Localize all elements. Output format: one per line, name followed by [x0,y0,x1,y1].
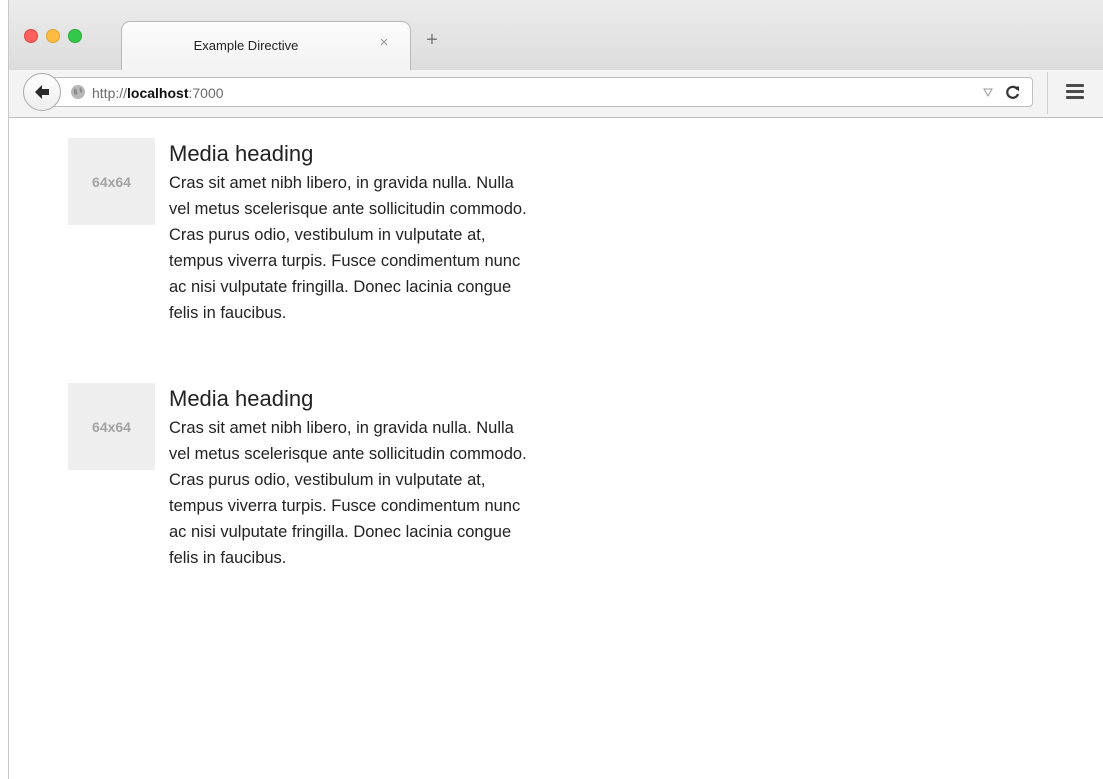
media-thumbnail-placeholder: 64x64 [68,383,155,470]
back-button[interactable] [23,73,61,111]
back-arrow-icon [35,85,49,99]
media-text: Cras sit amet nibh libero, in gravida nu… [169,419,527,567]
url-scheme: http:// [92,85,128,101]
navigation-bar: http://localhost:7000 [9,70,1103,118]
media-text: Cras sit amet nibh libero, in gravida nu… [169,174,527,322]
globe-icon [71,85,85,99]
tab-title: Example Directive [193,38,299,53]
url-host: localhost [127,85,189,101]
title-bar: Example Directive × + [9,0,1103,71]
reload-icon[interactable] [1004,83,1022,101]
hamburger-menu-icon[interactable] [1066,83,1086,101]
maximize-window-button[interactable] [68,29,82,43]
media-body: Media heading Cras sit amet nibh libero,… [169,383,539,571]
close-window-button[interactable] [24,29,38,43]
browser-window: Example Directive × + http://localhost:7… [8,0,1103,779]
media-heading: Media heading [169,386,314,411]
dropdown-triangle-icon[interactable] [982,86,994,98]
media-heading: Media heading [169,141,314,166]
media-body: Media heading Cras sit amet nibh libero,… [169,138,539,326]
url-bar[interactable]: http://localhost:7000 [43,77,1033,107]
media-thumbnail-placeholder: 64x64 [68,138,155,225]
new-tab-icon[interactable]: + [423,30,441,50]
minimize-window-button[interactable] [46,29,60,43]
url-text: http://localhost:7000 [92,85,224,101]
toolbar-divider [1047,72,1048,114]
url-port: :7000 [188,85,224,101]
close-tab-icon[interactable]: × [376,34,392,51]
tab-example-directive[interactable]: Example Directive × [121,21,411,71]
